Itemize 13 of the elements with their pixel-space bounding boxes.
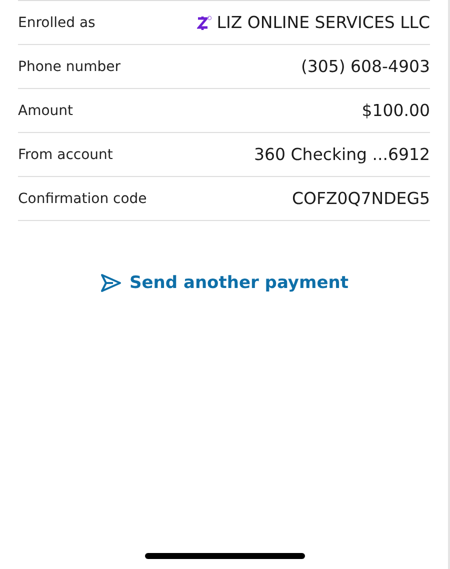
field-value: COFZ0Q7NDEG5: [292, 189, 430, 208]
field-label: From account: [18, 146, 113, 162]
field-label: Phone number: [18, 58, 120, 74]
send-icon: [100, 273, 122, 293]
send-another-payment-link[interactable]: Send another payment: [100, 273, 348, 293]
field-value: (305) 608-4903: [300, 57, 430, 76]
field-value: $100.00: [362, 101, 430, 120]
field-label: Enrolled as: [18, 14, 96, 30]
field-label: Amount: [18, 102, 74, 118]
field-value: 360 Checking ...6912: [254, 145, 430, 164]
field-label: Confirmation code: [18, 190, 147, 206]
field-value: LIZ ONLINE SERVICES LLC: [216, 13, 430, 32]
payment-logo-icon: [196, 14, 212, 30]
